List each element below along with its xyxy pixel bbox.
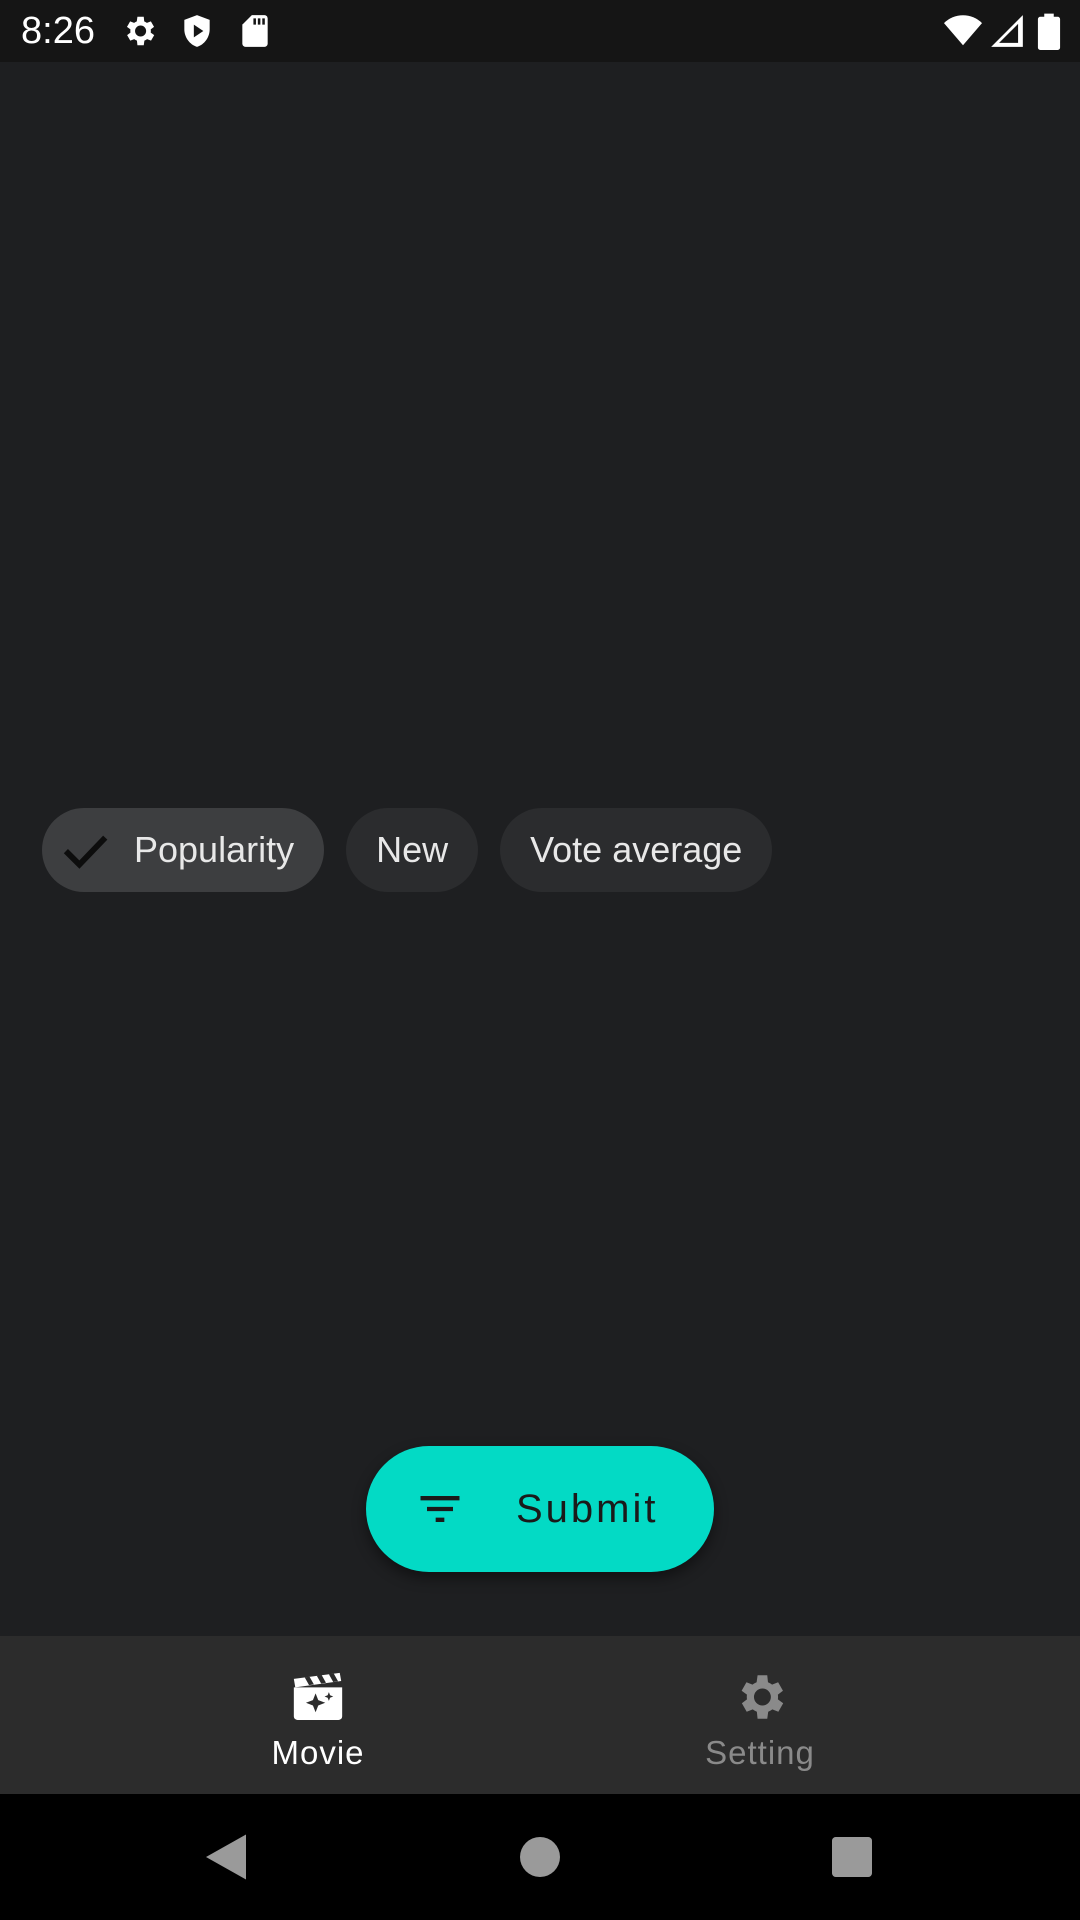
filter-icon bbox=[414, 1483, 466, 1535]
nav-label-setting: Setting bbox=[705, 1734, 815, 1771]
movie-clapper-icon bbox=[289, 1668, 347, 1726]
battery-icon bbox=[1036, 12, 1062, 50]
chip-label: New bbox=[376, 829, 449, 870]
check-icon bbox=[58, 823, 112, 877]
system-navigation-bar bbox=[0, 1794, 1080, 1920]
wifi-icon bbox=[942, 12, 984, 50]
submit-label: Submit bbox=[516, 1487, 659, 1531]
sd-card-icon bbox=[236, 12, 274, 50]
bottom-navigation: Movie Setting bbox=[0, 1636, 1080, 1794]
chip-label: Popularity bbox=[134, 829, 295, 870]
chip-label: Vote average bbox=[530, 829, 743, 870]
nav-item-setting[interactable]: Setting bbox=[490, 1636, 1030, 1794]
cell-signal-icon bbox=[988, 12, 1026, 50]
recents-icon[interactable] bbox=[822, 1827, 882, 1887]
status-time: 8:26 bbox=[21, 10, 95, 52]
back-icon[interactable] bbox=[196, 1827, 256, 1887]
gear-icon bbox=[120, 12, 158, 50]
chip-popularity[interactable]: Popularity bbox=[42, 808, 325, 892]
shield-play-icon bbox=[178, 12, 216, 50]
app-screen: 8:26 Popularity New Vote average Submit … bbox=[0, 0, 1080, 1920]
chip-new[interactable]: New bbox=[346, 808, 479, 892]
status-bar: 8:26 bbox=[0, 0, 1080, 62]
gear-icon bbox=[731, 1668, 789, 1726]
chip-vote-average[interactable]: Vote average bbox=[500, 808, 773, 892]
home-icon[interactable] bbox=[510, 1827, 570, 1887]
sort-chip-group: Popularity New Vote average bbox=[42, 808, 773, 892]
submit-button[interactable]: Submit bbox=[366, 1446, 714, 1572]
